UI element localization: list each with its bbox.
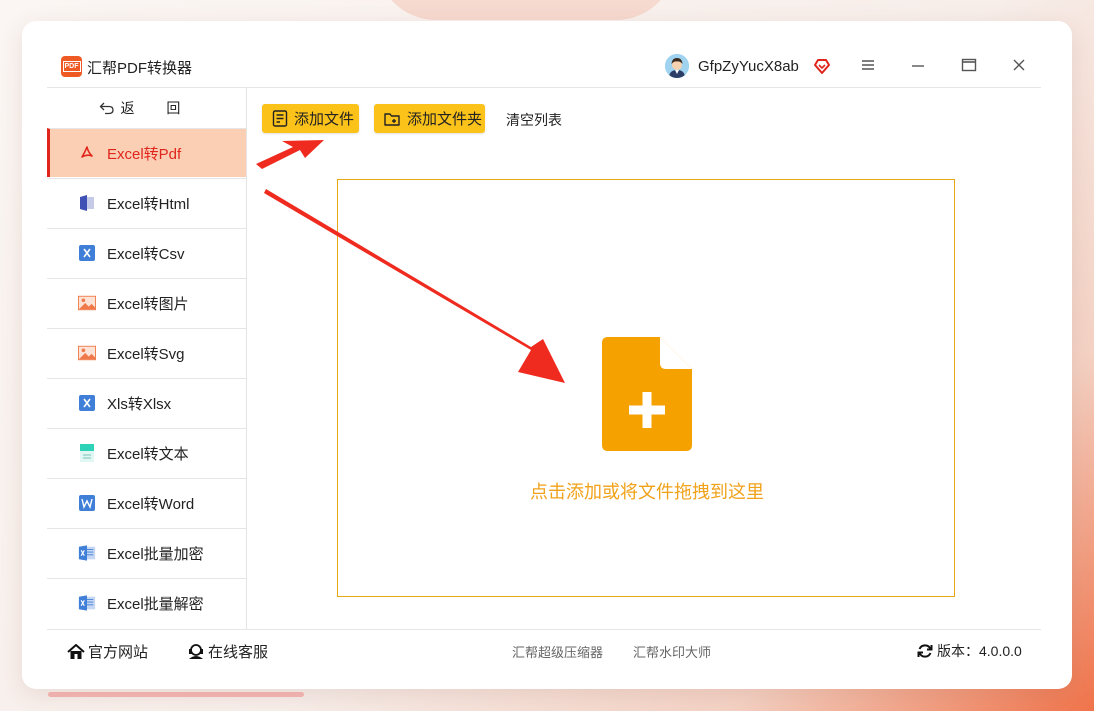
background-bar <box>48 692 304 697</box>
refresh-icon <box>917 644 933 658</box>
sidebar-item-excel-to-csv[interactable]: Excel转Csv <box>47 228 246 277</box>
sidebar-item-excel-to-pdf[interactable]: Excel转Pdf <box>47 128 246 177</box>
add-folder-icon <box>384 112 400 126</box>
word-icon <box>78 494 96 512</box>
sidebar-item-label: Excel转Csv <box>107 245 185 263</box>
excel-unlock-icon <box>78 594 96 612</box>
app-logo-text: PDF <box>62 61 81 72</box>
app-logo-icon: PDF <box>61 56 82 77</box>
add-file-plus-icon <box>602 337 692 451</box>
back-label: 返 回 <box>120 100 195 116</box>
maximize-icon[interactable] <box>961 57 977 73</box>
menu-icon[interactable] <box>860 57 876 73</box>
sidebar-item-excel-to-html[interactable]: Excel转Html <box>47 178 246 227</box>
sidebar-item-label: Excel转图片 <box>107 295 189 313</box>
online-support-label: 在线客服 <box>208 644 269 661</box>
xlsx-icon <box>78 394 96 412</box>
minimize-icon[interactable] <box>910 57 926 73</box>
pdf-icon <box>78 144 96 162</box>
main-panel: 添加文件 添加文件夹 清空列表 点击添加或将文件拖拽到这里 <box>247 88 1041 629</box>
add-folder-label: 添加文件夹 <box>407 111 483 128</box>
sidebar-item-label: Excel转Svg <box>107 345 185 363</box>
add-folder-button[interactable]: 添加文件夹 <box>374 104 485 133</box>
official-website-label: 官方网站 <box>88 644 149 661</box>
dropzone-hint: 点击添加或将文件拖拽到这里 <box>530 482 764 502</box>
home-icon <box>67 643 85 659</box>
add-file-label: 添加文件 <box>294 111 355 128</box>
sidebar-item-label: Excel转Pdf <box>107 145 182 163</box>
sidebar-item-label: Excel转文本 <box>107 445 189 463</box>
sidebar-item-excel-to-text[interactable]: Excel转文本 <box>47 428 246 477</box>
image-icon <box>78 294 96 312</box>
avatar[interactable] <box>665 54 689 78</box>
vip-diamond-icon[interactable] <box>813 57 831 75</box>
sidebar-item-excel-decrypt[interactable]: Excel批量解密 <box>47 578 246 627</box>
back-arrow-icon <box>99 102 114 115</box>
headset-icon <box>189 644 203 659</box>
sidebar-item-excel-to-word[interactable]: Excel转Word <box>47 478 246 527</box>
official-website-link[interactable]: 官方网站 <box>67 641 148 662</box>
sidebar-item-label: Excel批量解密 <box>107 595 204 613</box>
csv-icon <box>78 244 96 262</box>
sidebar-item-xls-to-xlsx[interactable]: Xls转Xlsx <box>47 378 246 427</box>
text-icon <box>78 444 96 462</box>
app-window: PDF 汇帮PDF转换器 GfpZyYucX8ab 返 回 Excel转Pdf … <box>22 21 1072 689</box>
excel-lock-icon <box>78 544 96 562</box>
watermark-link[interactable]: 汇帮水印大师 <box>633 642 711 661</box>
close-icon[interactable] <box>1011 57 1027 73</box>
add-file-icon <box>272 110 288 127</box>
file-dropzone[interactable]: 点击添加或将文件拖拽到这里 <box>337 179 955 597</box>
app-title: 汇帮PDF转换器 <box>87 60 193 77</box>
html-icon <box>78 194 96 212</box>
back-button[interactable]: 返 回 <box>47 88 246 128</box>
sidebar-item-excel-to-svg[interactable]: Excel转Svg <box>47 328 246 377</box>
clear-list-button[interactable]: 清空列表 <box>506 110 562 130</box>
sidebar-item-label: Xls转Xlsx <box>107 395 172 413</box>
sidebar: 返 回 Excel转Pdf Excel转Html Excel转Csv Excel… <box>47 88 247 629</box>
username[interactable]: GfpZyYucX8ab <box>698 58 799 75</box>
version-info[interactable]: 版本：4.0.0.0 <box>917 641 1022 661</box>
sidebar-item-excel-encrypt[interactable]: Excel批量加密 <box>47 528 246 577</box>
version-label: 版本：4.0.0.0 <box>937 643 1022 659</box>
sidebar-item-label: Excel转Html <box>107 195 190 213</box>
compressor-link[interactable]: 汇帮超级压缩器 <box>512 642 603 661</box>
sidebar-item-excel-to-image[interactable]: Excel转图片 <box>47 278 246 327</box>
sidebar-item-label: Excel批量加密 <box>107 545 204 563</box>
svg-icon <box>78 344 96 362</box>
title-bar: PDF 汇帮PDF转换器 GfpZyYucX8ab <box>22 21 1072 87</box>
add-file-button[interactable]: 添加文件 <box>262 104 359 133</box>
background-blob <box>376 0 676 20</box>
sidebar-item-label: Excel转Word <box>107 495 195 513</box>
footer: 官方网站 在线客服 汇帮超级压缩器 汇帮水印大师 版本：4.0.0.0 <box>47 629 1041 670</box>
online-support-link[interactable]: 在线客服 <box>187 641 268 662</box>
